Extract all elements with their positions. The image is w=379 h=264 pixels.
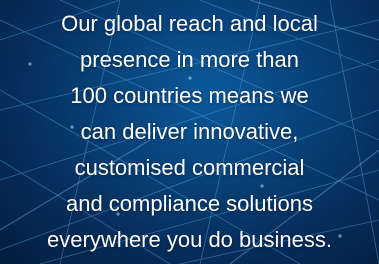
banner-message-line: presence in more than (80, 47, 299, 72)
banner-message: Our global reach and local presence in m… (0, 6, 379, 258)
banner-message-line: 100 countries means we (70, 83, 309, 108)
banner-message-line: Our global reach and local (61, 11, 318, 36)
promo-banner: Our global reach and local presence in m… (0, 0, 379, 264)
banner-message-line: and compliance solutions (65, 191, 314, 216)
banner-message-line: customised commercial (74, 155, 305, 180)
banner-message-line: can deliver innovative, (80, 119, 299, 144)
banner-message-line: everywhere you do business. (47, 227, 332, 252)
